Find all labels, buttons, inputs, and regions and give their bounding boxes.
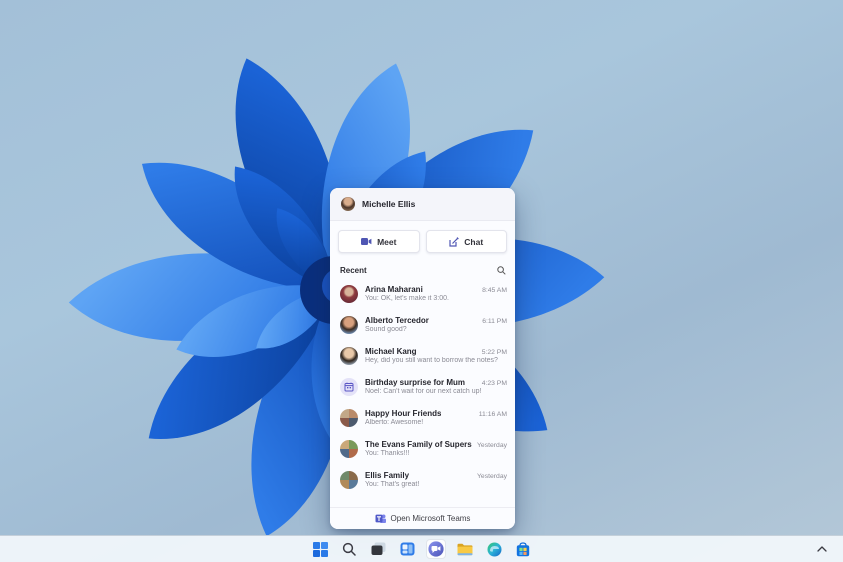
recent-header: Recent — [330, 260, 515, 278]
chat-time: Yesterday — [477, 442, 507, 449]
avatar — [340, 347, 358, 365]
meet-button-label: Meet — [377, 237, 396, 247]
recent-title: Recent — [340, 266, 367, 275]
teams-chat-flyout: Michelle Ellis Meet Chat Recent — [330, 188, 515, 529]
search-icon[interactable] — [497, 266, 506, 275]
chat-list-item[interactable]: Alberto Tercedor 6:11 PM Sound good? — [330, 309, 515, 340]
task-view-icon — [371, 542, 386, 556]
chevron-up-icon — [817, 546, 827, 552]
chat-time: 4:23 PM — [482, 380, 507, 387]
chat-time: Yesterday — [477, 473, 507, 480]
user-avatar — [341, 197, 355, 211]
widgets-icon — [400, 542, 415, 556]
chat-name: Alberto Tercedor — [365, 316, 429, 325]
teams-chat-icon — [428, 541, 444, 557]
start-button[interactable] — [310, 539, 330, 559]
chat-list-item[interactable]: Michael Kang 5:22 PM Hey, did you still … — [330, 340, 515, 371]
show-hidden-icons-button[interactable] — [817, 536, 827, 562]
recent-chat-list: Arina Maharani 8:45 AM You: OK, let's ma… — [330, 278, 515, 507]
chat-teams-button[interactable] — [426, 539, 446, 559]
meet-button[interactable]: Meet — [338, 230, 420, 253]
chat-time: 6:11 PM — [482, 318, 507, 325]
user-name: Michelle Ellis — [362, 199, 415, 209]
task-view-button[interactable] — [368, 539, 388, 559]
avatar — [340, 316, 358, 334]
windows-start-icon — [313, 542, 328, 557]
folder-icon — [457, 543, 473, 556]
chat-name: Arina Maharani — [365, 285, 423, 294]
avatar — [340, 285, 358, 303]
chat-time: 11:16 AM — [479, 411, 507, 418]
open-teams-button[interactable]: Open Microsoft Teams — [330, 507, 515, 529]
chat-name: The Evans Family of Supers — [365, 440, 472, 449]
video-camera-icon — [361, 237, 372, 246]
avatar — [340, 471, 358, 489]
chat-name: Birthday surprise for Mum — [365, 378, 465, 387]
chat-preview: You: That's great! — [365, 481, 507, 488]
taskbar-icons — [310, 539, 533, 559]
widgets-button[interactable] — [397, 539, 417, 559]
avatar — [340, 440, 358, 458]
store-icon — [516, 542, 530, 557]
avatar — [340, 409, 358, 427]
edge-button[interactable] — [484, 539, 504, 559]
calendar-icon — [340, 378, 358, 396]
open-teams-label: Open Microsoft Teams — [391, 514, 471, 523]
chat-time: 5:22 PM — [482, 349, 507, 356]
chat-preview: Noel: Can't wait for our next catch up! — [365, 388, 507, 395]
chat-list-item[interactable]: Ellis Family Yesterday You: That's great… — [330, 464, 515, 495]
chat-preview: You: OK, let's make it 3:00. — [365, 295, 507, 302]
chat-button[interactable]: Chat — [426, 230, 508, 253]
chat-name: Happy Hour Friends — [365, 409, 441, 418]
chat-list-item[interactable]: Birthday surprise for Mum 4:23 PM Noel: … — [330, 371, 515, 402]
teams-logo-icon — [375, 513, 386, 524]
compose-icon — [449, 237, 459, 247]
chat-list-item[interactable]: Happy Hour Friends 11:16 AM Alberto: Awe… — [330, 402, 515, 433]
chat-preview: You: Thanks!!! — [365, 450, 507, 457]
chat-name: Michael Kang — [365, 347, 417, 356]
desktop: Michelle Ellis Meet Chat Recent — [0, 0, 843, 562]
chat-list-item[interactable]: Arina Maharani 8:45 AM You: OK, let's ma… — [330, 278, 515, 309]
chat-name: Ellis Family — [365, 471, 409, 480]
chat-preview: Alberto: Awesome! — [365, 419, 507, 426]
chat-list-item[interactable]: The Evans Family of Supers Yesterday You… — [330, 433, 515, 464]
chat-button-label: Chat — [464, 237, 483, 247]
edge-icon — [487, 542, 502, 557]
chat-preview: Hey, did you still want to borrow the no… — [365, 357, 507, 364]
profile-header[interactable]: Michelle Ellis — [330, 188, 515, 221]
chat-time: 8:45 AM — [482, 287, 507, 294]
chat-preview: Sound good? — [365, 326, 507, 333]
search-button[interactable] — [339, 539, 359, 559]
search-icon — [342, 542, 356, 556]
taskbar — [0, 535, 843, 562]
store-button[interactable] — [513, 539, 533, 559]
file-explorer-button[interactable] — [455, 539, 475, 559]
action-buttons: Meet Chat — [330, 221, 515, 260]
